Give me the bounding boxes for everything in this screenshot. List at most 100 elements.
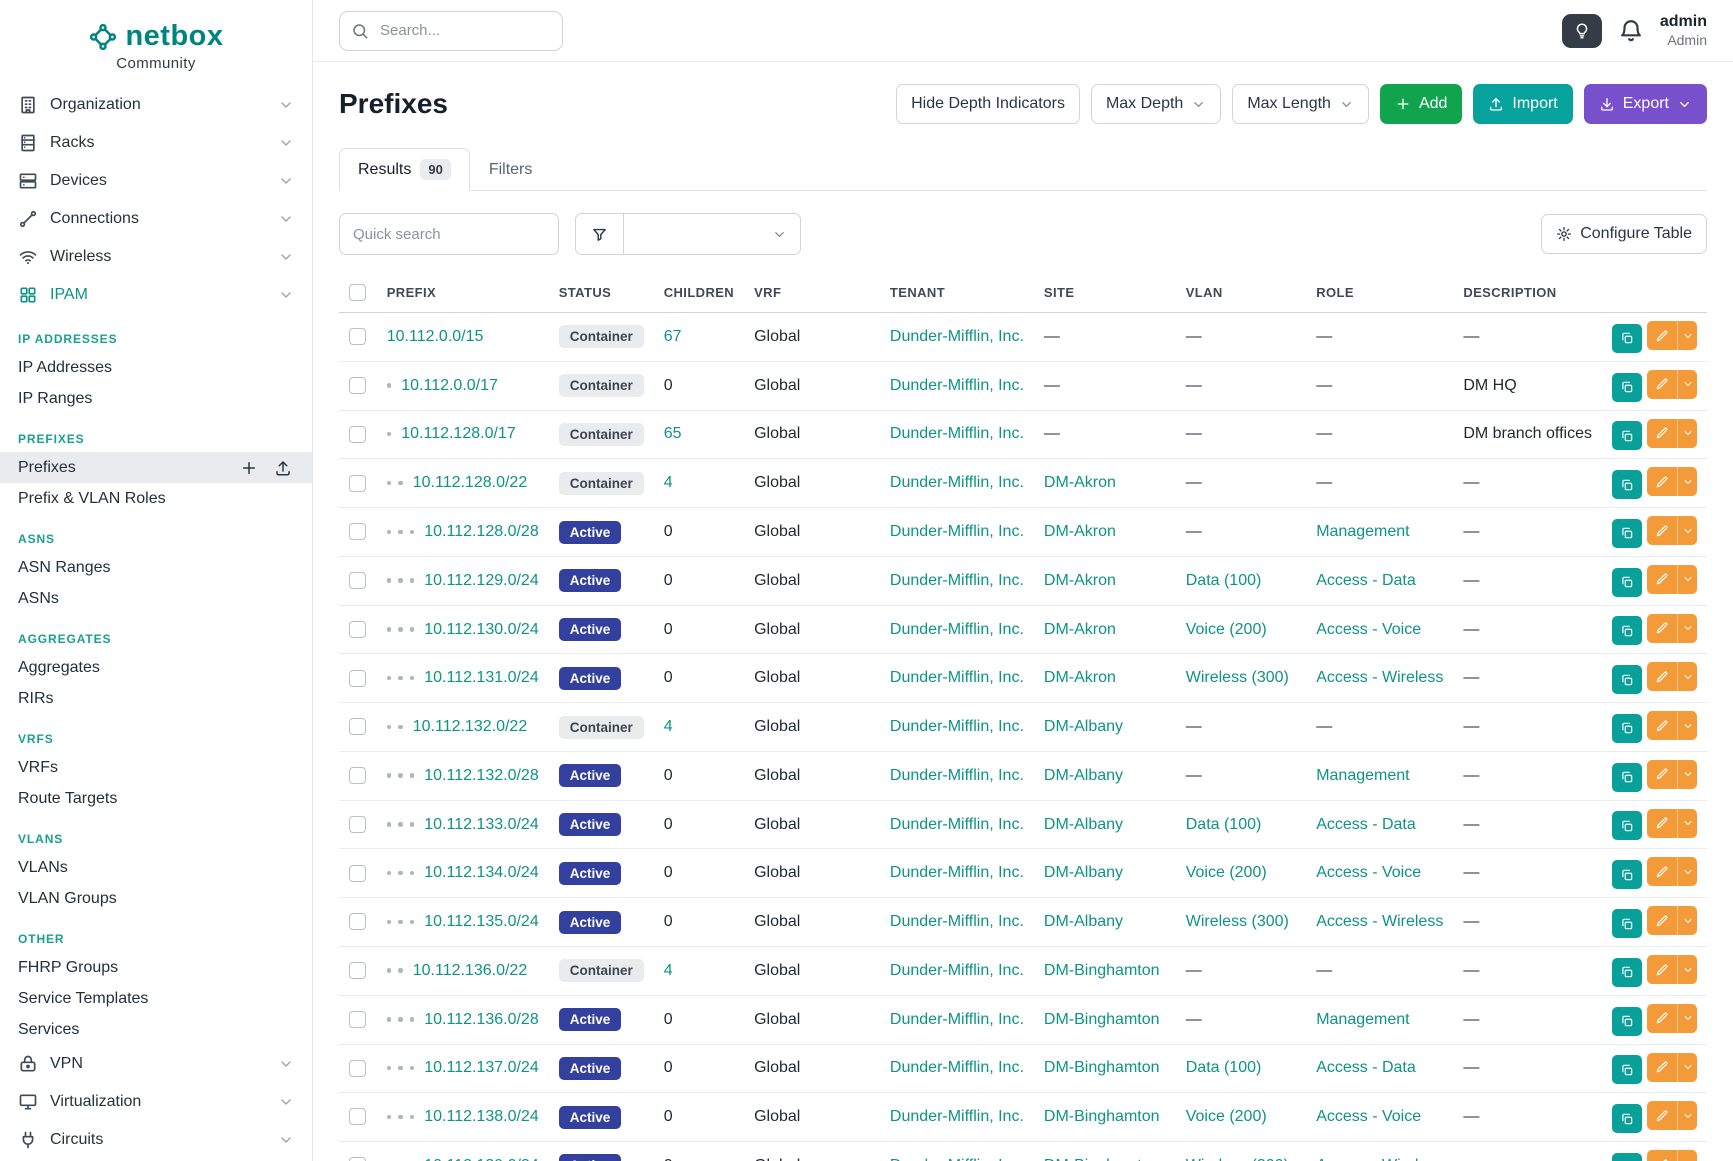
- copy-button[interactable]: [1612, 324, 1642, 353]
- edit-dropdown-button[interactable]: [1677, 516, 1697, 545]
- import-button[interactable]: Import: [1473, 84, 1572, 124]
- vlan-link[interactable]: Voice (200): [1186, 1108, 1267, 1125]
- site-link[interactable]: DM-Akron: [1044, 474, 1116, 491]
- site-link[interactable]: DM-Binghamton: [1044, 1108, 1160, 1125]
- sidebar-item-asns[interactable]: ASNs: [0, 583, 312, 614]
- column-header-vrf[interactable]: VRF: [744, 273, 880, 313]
- edit-button[interactable]: [1647, 516, 1677, 545]
- vlan-link[interactable]: Data (100): [1186, 816, 1262, 833]
- tenant-link[interactable]: Dunder-Mifflin, Inc.: [890, 621, 1024, 638]
- sidebar-item-ip-addresses[interactable]: IP Addresses: [0, 352, 312, 383]
- sidebar-item-rirs[interactable]: RIRs: [0, 683, 312, 714]
- edit-dropdown-button[interactable]: [1677, 1150, 1697, 1161]
- prefix-link[interactable]: 10.112.138.0/24: [424, 1108, 538, 1125]
- copy-button[interactable]: [1612, 860, 1642, 889]
- user-menu[interactable]: admin Admin: [1660, 12, 1707, 50]
- row-checkbox[interactable]: [349, 1060, 366, 1077]
- site-link[interactable]: DM-Albany: [1044, 816, 1123, 833]
- configure-table-button[interactable]: Configure Table: [1541, 214, 1707, 254]
- tenant-link[interactable]: Dunder-Mifflin, Inc.: [890, 328, 1024, 345]
- filter-button[interactable]: [576, 214, 624, 254]
- role-link[interactable]: Access - Voice: [1316, 621, 1421, 638]
- site-link[interactable]: DM-Binghamton: [1044, 962, 1160, 979]
- copy-button[interactable]: [1612, 1153, 1642, 1161]
- edit-dropdown-button[interactable]: [1677, 906, 1697, 935]
- edit-dropdown-button[interactable]: [1677, 662, 1697, 691]
- sidebar-item-ip-ranges[interactable]: IP Ranges: [0, 383, 312, 414]
- row-checkbox[interactable]: [349, 1011, 366, 1028]
- prefix-link[interactable]: 10.112.133.0/24: [424, 816, 538, 833]
- tenant-link[interactable]: Dunder-Mifflin, Inc.: [890, 572, 1024, 589]
- role-link[interactable]: Access - Voice: [1316, 1108, 1421, 1125]
- role-link[interactable]: Access - Wireless: [1316, 1157, 1443, 1161]
- tenant-link[interactable]: Dunder-Mifflin, Inc.: [890, 962, 1024, 979]
- sidebar-item-circuits[interactable]: Circuits: [0, 1121, 312, 1159]
- row-checkbox[interactable]: [349, 816, 366, 833]
- column-header-vlan[interactable]: VLAN: [1176, 273, 1306, 313]
- children-link[interactable]: 65: [664, 425, 682, 442]
- row-checkbox[interactable]: [349, 1108, 366, 1125]
- edit-dropdown-button[interactable]: [1677, 711, 1697, 740]
- sidebar-item-route-targets[interactable]: Route Targets: [0, 783, 312, 814]
- add-button[interactable]: Add: [1380, 84, 1462, 124]
- sidebar-item-services[interactable]: Services: [0, 1014, 312, 1045]
- copy-button[interactable]: [1612, 665, 1642, 694]
- vlan-link[interactable]: Data (100): [1186, 1059, 1262, 1076]
- children-link[interactable]: 4: [664, 718, 673, 735]
- prefix-link[interactable]: 10.112.139.0/24: [424, 1157, 538, 1161]
- edit-dropdown-button[interactable]: [1677, 467, 1697, 496]
- edit-dropdown-button[interactable]: [1677, 955, 1697, 984]
- children-link[interactable]: 67: [664, 328, 682, 345]
- export-button[interactable]: Export: [1584, 84, 1707, 124]
- tenant-link[interactable]: Dunder-Mifflin, Inc.: [890, 1157, 1024, 1161]
- role-link[interactable]: Access - Wireless: [1316, 669, 1443, 686]
- copy-button[interactable]: [1612, 763, 1642, 792]
- prefix-link[interactable]: 10.112.136.0/22: [413, 962, 527, 979]
- prefix-link[interactable]: 10.112.129.0/24: [424, 572, 538, 589]
- prefix-link[interactable]: 10.112.137.0/24: [424, 1059, 538, 1076]
- add-prefix-button[interactable]: [238, 457, 260, 479]
- edit-button[interactable]: [1647, 467, 1677, 496]
- role-link[interactable]: Management: [1316, 1011, 1409, 1028]
- site-link[interactable]: DM-Albany: [1044, 913, 1123, 930]
- prefix-link[interactable]: 10.112.0.0/15: [387, 328, 484, 345]
- tenant-link[interactable]: Dunder-Mifflin, Inc.: [890, 474, 1024, 491]
- children-link[interactable]: 4: [664, 474, 673, 491]
- prefix-link[interactable]: 10.112.132.0/22: [413, 718, 527, 735]
- vlan-link[interactable]: Voice (200): [1186, 621, 1267, 638]
- edit-button[interactable]: [1647, 419, 1677, 448]
- site-link[interactable]: DM-Binghamton: [1044, 1059, 1160, 1076]
- vlan-link[interactable]: Wireless (300): [1186, 669, 1289, 686]
- copy-button[interactable]: [1612, 519, 1642, 548]
- vlan-link[interactable]: Voice (200): [1186, 864, 1267, 881]
- sidebar-item-wireless[interactable]: Wireless: [0, 238, 312, 276]
- edit-dropdown-button[interactable]: [1677, 370, 1697, 399]
- edit-dropdown-button[interactable]: [1677, 614, 1697, 643]
- tenant-link[interactable]: Dunder-Mifflin, Inc.: [890, 1108, 1024, 1125]
- theme-toggle-button[interactable]: [1562, 14, 1602, 48]
- copy-button[interactable]: [1612, 421, 1642, 450]
- prefix-link[interactable]: 10.112.130.0/24: [424, 621, 538, 638]
- edit-dropdown-button[interactable]: [1677, 1053, 1697, 1082]
- tenant-link[interactable]: Dunder-Mifflin, Inc.: [890, 913, 1024, 930]
- edit-button[interactable]: [1647, 662, 1677, 691]
- tab-filters[interactable]: Filters: [470, 148, 552, 191]
- sidebar-item-fhrp-groups[interactable]: FHRP Groups: [0, 952, 312, 983]
- copy-button[interactable]: [1612, 1104, 1642, 1133]
- copy-button[interactable]: [1612, 568, 1642, 597]
- site-link[interactable]: DM-Akron: [1044, 523, 1116, 540]
- prefix-link[interactable]: 10.112.131.0/24: [424, 669, 538, 686]
- edit-button[interactable]: [1647, 1150, 1677, 1161]
- sidebar-item-devices[interactable]: Devices: [0, 162, 312, 200]
- sidebar-item-organization[interactable]: Organization: [0, 86, 312, 124]
- tenant-link[interactable]: Dunder-Mifflin, Inc.: [890, 425, 1024, 442]
- edit-button[interactable]: [1647, 809, 1677, 838]
- row-checkbox[interactable]: [349, 865, 366, 882]
- role-link[interactable]: Access - Data: [1316, 1059, 1416, 1076]
- tenant-link[interactable]: Dunder-Mifflin, Inc.: [890, 523, 1024, 540]
- edit-dropdown-button[interactable]: [1677, 419, 1697, 448]
- edit-button[interactable]: [1647, 565, 1677, 594]
- edit-dropdown-button[interactable]: [1677, 321, 1697, 350]
- vlan-link[interactable]: Wireless (300): [1186, 913, 1289, 930]
- copy-button[interactable]: [1612, 1055, 1642, 1084]
